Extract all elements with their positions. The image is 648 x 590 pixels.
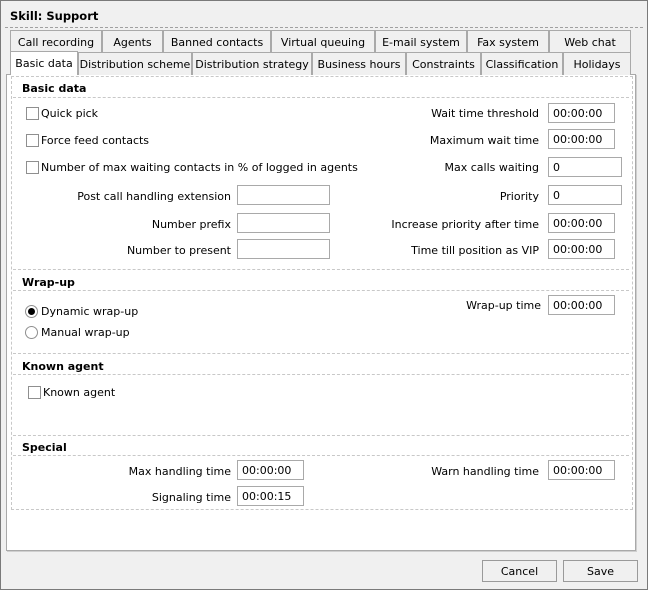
wait-time-threshold-label: Wait time threshold	[431, 107, 539, 120]
section-title-special: Special	[22, 441, 67, 454]
section-divider	[13, 290, 629, 291]
max-waiting-percent-label: Number of max waiting contacts in % of l…	[41, 161, 358, 174]
known-agent-label: Known agent	[43, 386, 116, 399]
maximum-wait-time-label: Maximum wait time	[429, 134, 539, 147]
number-prefix-label: Number prefix	[151, 218, 231, 231]
manual-wrap-up-label: Manual wrap-up	[41, 326, 130, 339]
max-handling-time-input[interactable]	[237, 460, 304, 480]
section-divider	[13, 269, 629, 270]
tab-distribution-scheme[interactable]: Distribution scheme	[78, 52, 192, 75]
tab-web-chat[interactable]: Web chat	[549, 30, 631, 53]
section-title-known-agent: Known agent	[22, 360, 104, 373]
section-divider	[13, 353, 629, 354]
tab-classification[interactable]: Classification	[481, 52, 563, 75]
save-button[interactable]: Save	[563, 560, 638, 582]
post-call-extension-input[interactable]	[237, 185, 330, 205]
dynamic-wrap-up-radio[interactable]	[25, 305, 38, 318]
time-till-vip-label: Time till position as VIP	[411, 244, 539, 257]
increase-priority-label: Increase priority after time	[391, 218, 539, 231]
section-divider	[13, 435, 629, 436]
title-separator	[5, 27, 643, 28]
tab-email-system[interactable]: E-mail system	[375, 30, 467, 53]
time-till-vip-input[interactable]	[548, 239, 615, 259]
tab-banned-contacts[interactable]: Banned contacts	[163, 30, 271, 53]
wrap-up-time-input[interactable]	[548, 295, 615, 315]
known-agent-checkbox[interactable]	[28, 386, 41, 399]
quick-pick-checkbox[interactable]	[26, 107, 39, 120]
tab-holidays[interactable]: Holidays	[563, 52, 631, 75]
number-to-present-label: Number to present	[126, 244, 231, 257]
tab-business-hours[interactable]: Business hours	[312, 52, 406, 75]
dynamic-wrap-up-label: Dynamic wrap-up	[41, 305, 139, 318]
maximum-wait-time-input[interactable]	[548, 129, 615, 149]
number-prefix-input[interactable]	[237, 213, 330, 233]
wait-time-threshold-input[interactable]	[548, 103, 615, 123]
warn-handling-time-input[interactable]	[548, 460, 615, 480]
increase-priority-input[interactable]	[548, 213, 615, 233]
window-title: Skill: Support	[10, 9, 99, 23]
force-feed-checkbox[interactable]	[26, 134, 39, 147]
priority-input[interactable]	[548, 185, 622, 205]
max-calls-waiting-input[interactable]	[548, 157, 622, 177]
tab-fax-system[interactable]: Fax system	[467, 30, 549, 53]
max-handling-time-label: Max handling time	[128, 465, 231, 478]
tab-basic-data[interactable]: Basic data	[10, 51, 78, 75]
tab-distribution-strategy[interactable]: Distribution strategy	[192, 52, 312, 75]
section-divider	[13, 97, 629, 98]
section-divider	[13, 374, 629, 375]
signaling-time-label: Signaling time	[151, 491, 231, 504]
max-waiting-percent-checkbox[interactable]	[26, 161, 39, 174]
force-feed-label: Force feed contacts	[41, 134, 150, 147]
manual-wrap-up-radio[interactable]	[25, 326, 38, 339]
max-calls-waiting-label: Max calls waiting	[444, 161, 539, 174]
tab-call-recording[interactable]: Call recording	[10, 30, 102, 53]
section-title-wrap-up: Wrap-up	[22, 276, 75, 289]
tab-constraints[interactable]: Constraints	[406, 52, 481, 75]
wrap-up-time-label: Wrap-up time	[466, 299, 541, 312]
cancel-button[interactable]: Cancel	[482, 560, 557, 582]
signaling-time-input[interactable]	[237, 486, 304, 506]
number-to-present-input[interactable]	[237, 239, 330, 259]
tab-virtual-queuing[interactable]: Virtual queuing	[271, 30, 375, 53]
quick-pick-label: Quick pick	[41, 107, 99, 120]
post-call-extension-label: Post call handling extension	[77, 190, 231, 203]
section-title-basic-data: Basic data	[22, 82, 87, 95]
warn-handling-time-label: Warn handling time	[431, 465, 539, 478]
priority-label: Priority	[499, 190, 539, 203]
tab-agents[interactable]: Agents	[102, 30, 163, 53]
skill-window: Skill: Support Call recording Agents Ban…	[0, 0, 648, 590]
section-divider	[13, 455, 629, 456]
